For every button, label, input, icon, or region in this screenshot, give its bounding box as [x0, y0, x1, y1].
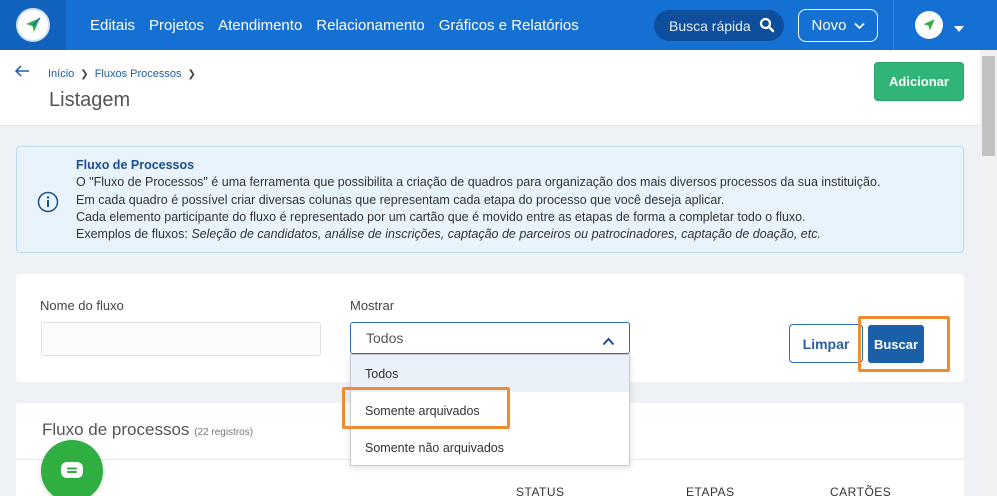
nav-item-editais[interactable]: Editais [90, 17, 135, 34]
logo-icon [16, 8, 50, 42]
column-header-cartoes[interactable]: CARTÕES [830, 485, 891, 496]
info-line-4-prefix: Exemplos de fluxos: [76, 227, 192, 242]
chevron-up-icon [602, 333, 615, 349]
page-title: Listagem [49, 89, 131, 111]
info-line-1: O "Fluxo de Processos" é uma ferramenta … [76, 175, 881, 190]
nav-item-projetos[interactable]: Projetos [149, 17, 204, 34]
top-navbar: Editais Projetos Atendimento Relacioname… [0, 0, 997, 50]
caret-down-icon[interactable] [953, 20, 965, 38]
quick-search-input[interactable] [669, 17, 761, 34]
nav-divider [893, 0, 894, 50]
nav-item-atendimento[interactable]: Atendimento [218, 17, 302, 34]
name-filter-input[interactable] [41, 322, 321, 356]
chat-button[interactable] [41, 440, 103, 496]
info-line-4: Exemplos de fluxos: Seleção de candidato… [76, 226, 880, 243]
column-header-etapas[interactable]: ETAPAS [686, 485, 735, 496]
add-button[interactable]: Adicionar [874, 62, 964, 101]
avatar-logo-icon [923, 19, 935, 31]
scrollbar-thumb[interactable] [982, 56, 995, 156]
column-header-status[interactable]: STATUS [516, 485, 565, 496]
page-header: Início ❯ Fluxos Processos ❯ Listagem Adi… [0, 50, 980, 126]
main-nav: Editais Projetos Atendimento Relacioname… [90, 0, 579, 50]
novo-label: Novo [811, 17, 847, 34]
option-highlight [342, 387, 510, 429]
dropdown-option-somente-nao-arquivados[interactable]: Somente não arquivados [351, 429, 629, 466]
search-icon[interactable] [759, 17, 775, 38]
list-title: Fluxo de processos (22 registros) [42, 420, 253, 440]
chat-icon [61, 462, 83, 478]
nav-item-graficos-relatorios[interactable]: Gráficos e Relatórios [439, 17, 579, 34]
clear-button[interactable]: Limpar [789, 324, 863, 363]
info-box: Fluxo de Processos O "Fluxo de Processos… [16, 146, 964, 253]
breadcrumb: Início ❯ Fluxos Processos ❯ [48, 68, 196, 80]
info-icon [37, 191, 59, 218]
user-avatar[interactable] [915, 11, 943, 39]
app-logo[interactable] [0, 0, 66, 50]
info-line-2: Em cada quadro é possível criar diversas… [76, 192, 725, 207]
show-filter-value: Todos [366, 330, 404, 346]
nav-item-relacionamento[interactable]: Relacionamento [316, 17, 424, 34]
breadcrumb-inicio[interactable]: Início [48, 68, 74, 80]
breadcrumb-separator-icon: ❯ [80, 68, 89, 80]
chevron-down-icon [853, 22, 865, 29]
info-line-3: Cada elemento participante do fluxo é re… [76, 209, 806, 224]
name-filter-label: Nome do fluxo [40, 298, 124, 313]
breadcrumb-separator-icon: ❯ [187, 68, 196, 80]
breadcrumb-fluxos-processos[interactable]: Fluxos Processos [95, 68, 182, 80]
show-filter-label: Mostrar [350, 298, 395, 313]
info-title: Fluxo de Processos [76, 158, 195, 172]
quick-search [654, 10, 784, 41]
list-count: (22 registros) [194, 427, 254, 438]
back-arrow-icon[interactable] [14, 64, 30, 83]
info-line-4-examples: Seleção de candidatos, análise de inscri… [191, 227, 821, 242]
show-filter-select[interactable]: Todos [350, 322, 630, 354]
novo-button[interactable]: Novo [798, 9, 878, 42]
search-button-highlight [858, 316, 950, 372]
list-title-text: Fluxo de processos [42, 420, 190, 439]
